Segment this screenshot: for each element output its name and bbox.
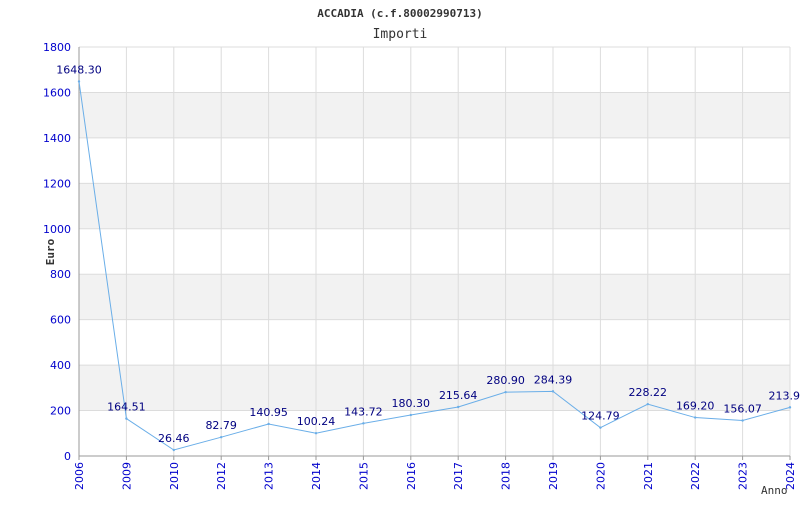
data-point [267, 423, 269, 425]
plot-band [79, 92, 790, 137]
chart-title: ACCADIA (c.f.80002990713) [317, 7, 483, 20]
data-label: 284.39 [534, 373, 573, 386]
data-point [457, 406, 459, 408]
y-tick-label: 1200 [43, 177, 71, 190]
chart-container: ACCADIA (c.f.80002990713) Importi 0 200 40… [0, 0, 800, 500]
data-label: 100.24 [297, 415, 336, 428]
x-axis: 2006 2009 2010 2012 2013 2014 2015 2016 2017 2018… [73, 456, 797, 490]
x-tick-label: 2023 [737, 462, 750, 490]
plot-band [79, 183, 790, 228]
x-tick-label: 2022 [689, 462, 702, 490]
x-tick-label: 2013 [263, 462, 276, 490]
x-tick-label: 2006 [73, 462, 86, 490]
y-axis-label: Euro [44, 238, 57, 265]
x-tick-label: 2018 [500, 462, 513, 490]
data-point [504, 391, 506, 393]
data-label: 164.51 [107, 401, 146, 414]
data-point [125, 417, 127, 419]
y-tick-label: 600 [50, 314, 71, 327]
data-point [173, 449, 175, 451]
data-label: 143.72 [344, 405, 383, 418]
data-label: 215.64 [439, 389, 478, 402]
data-point [410, 414, 412, 416]
x-tick-label: 2016 [405, 462, 418, 490]
y-tick-label: 1600 [43, 86, 71, 99]
data-label: 280.90 [486, 374, 525, 387]
x-tick-label: 2015 [357, 462, 370, 490]
x-tick-label: 2012 [215, 462, 228, 490]
x-tick-label: 2014 [310, 462, 323, 490]
x-tick-label: 2021 [642, 462, 655, 490]
y-tick-label: 1800 [43, 41, 71, 54]
data-label: 1648.30 [56, 63, 102, 76]
plot-band [79, 274, 790, 319]
data-label: 156.07 [723, 403, 762, 416]
data-label: 228.22 [629, 386, 668, 399]
y-tick-label: 0 [64, 450, 71, 463]
data-point [599, 426, 601, 428]
x-tick-label: 2019 [547, 462, 560, 490]
data-point [694, 416, 696, 418]
data-point [78, 80, 80, 82]
data-label: 180.30 [392, 397, 431, 410]
y-tick-label: 1400 [43, 132, 71, 145]
data-point [220, 436, 222, 438]
chart-subtitle: Importi [373, 27, 428, 42]
data-label: 26.46 [158, 432, 190, 445]
data-point [741, 419, 743, 421]
x-tick-label: 2010 [168, 462, 181, 490]
y-tick-label: 200 [50, 405, 71, 418]
data-label: 124.79 [581, 410, 620, 423]
data-point [362, 422, 364, 424]
data-label: 140.95 [249, 406, 288, 419]
y-tick-label: 400 [50, 359, 71, 372]
plot-bands [79, 92, 790, 410]
data-point [552, 390, 554, 392]
data-point [315, 432, 317, 434]
data-point [789, 406, 791, 408]
y-tick-label: 800 [50, 268, 71, 281]
y-tick-label: 1000 [43, 223, 71, 236]
x-axis-label: Anno [761, 484, 788, 497]
x-tick-label: 2017 [452, 462, 465, 490]
data-label: 169.20 [676, 400, 715, 413]
line-chart: ACCADIA (c.f.80002990713) Importi 0 200 40… [0, 0, 800, 500]
x-tick-label: 2020 [594, 462, 607, 490]
data-point [647, 403, 649, 405]
data-label: 82.79 [205, 419, 237, 432]
data-label: 213.9 [769, 389, 800, 402]
x-tick-label: 2009 [120, 462, 133, 490]
